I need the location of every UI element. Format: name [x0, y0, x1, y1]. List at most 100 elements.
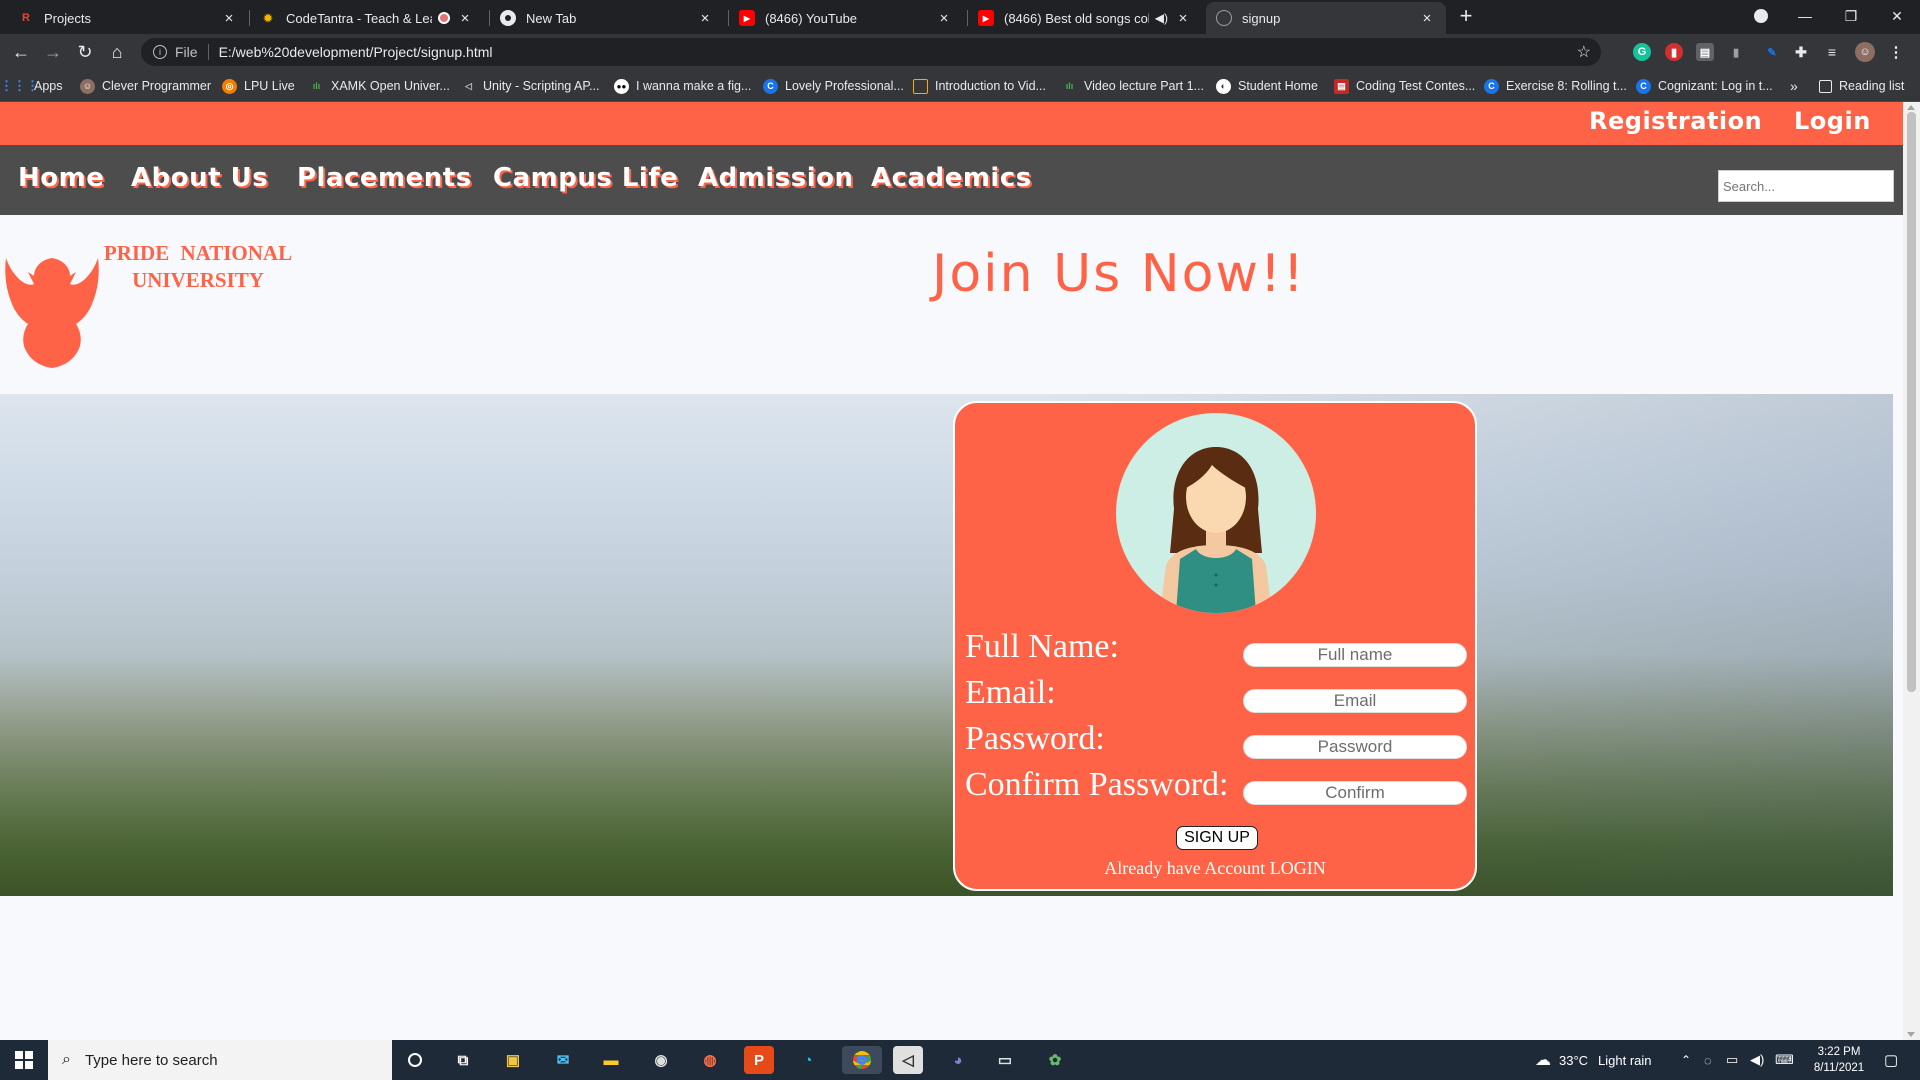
extension-copy-icon[interactable]: ▤	[1696, 43, 1714, 61]
nav-home[interactable]: Home	[18, 163, 104, 193]
tab-old-songs[interactable]: ▶ (8466) Best old songs collect ◀) ×	[968, 2, 1202, 34]
bookmark-star-icon[interactable]: ☆	[1577, 42, 1591, 62]
windows-taskbar: ⌕ Type here to search ⧉ ▣ ✉ ▬ ◉ ◍ P ◔ ◁ …	[0, 1040, 1920, 1080]
login-form-link[interactable]: LOGIN	[1270, 858, 1326, 878]
bookmark-unity[interactable]: ◁ Unity - Scripting AP...	[461, 77, 599, 95]
steam-icon[interactable]: ◉	[646, 1046, 676, 1074]
taskbar-search[interactable]: ⌕ Type here to search	[48, 1040, 392, 1080]
cortana-icon[interactable]	[400, 1046, 430, 1074]
profile-avatar[interactable]: ☺	[1855, 42, 1875, 62]
tab-title: (8466) Best old songs collect	[1004, 10, 1149, 26]
confirm-password-input[interactable]	[1243, 781, 1467, 805]
tab-codetantra[interactable]: ✹ CodeTantra - Teach & Learn ×	[250, 2, 484, 34]
system-clock[interactable]: 3:22 PM 8/11/2021	[1800, 1044, 1878, 1076]
bookmark-cognizant[interactable]: C Cognizant: Log in t...	[1636, 77, 1773, 95]
notifications-icon[interactable]: ▢	[1884, 1040, 1898, 1080]
bookmark-student-home[interactable]: ◐ Student Home	[1216, 77, 1318, 95]
tray-app-icon[interactable]: ◌	[1704, 1040, 1712, 1080]
chrome-taskbar-icon[interactable]	[842, 1046, 882, 1074]
weather-condition: Light rain	[1598, 1052, 1652, 1068]
bookmark-clever-programmer[interactable]: ☺ Clever Programmer	[80, 77, 211, 95]
scroll-up-icon[interactable]	[1907, 105, 1915, 110]
tab-search-icon[interactable]	[1738, 0, 1784, 32]
address-bar[interactable]: i File E:/web%20development/Project/sign…	[141, 38, 1601, 66]
grammarly-icon[interactable]: G	[1633, 43, 1651, 61]
close-icon[interactable]: ×	[935, 10, 953, 27]
signup-button[interactable]: SIGN UP	[1176, 826, 1258, 850]
close-icon[interactable]: ×	[696, 10, 714, 27]
task-view-icon[interactable]: ⧉	[448, 1046, 478, 1074]
nav-academics[interactable]: Academics	[871, 163, 1032, 193]
speaker-icon[interactable]: ◀)	[1155, 11, 1168, 25]
file-explorer-icon[interactable]: ▬	[596, 1046, 626, 1074]
unity-taskbar-icon[interactable]: ◁	[893, 1046, 923, 1074]
windows-logo-icon	[15, 1051, 33, 1069]
bookmark-lovely-professional[interactable]: C Lovely Professional...	[763, 77, 904, 95]
app-p-icon[interactable]: P	[744, 1046, 774, 1074]
new-tab-button[interactable]: +	[1455, 5, 1477, 28]
reading-list-button[interactable]: Reading list	[1819, 77, 1904, 95]
close-icon[interactable]: ×	[1418, 10, 1436, 27]
page-title: Join Us Now!!	[932, 244, 1306, 304]
firefox-icon[interactable]: ◍	[695, 1046, 725, 1074]
menu-kebab-icon[interactable]: ⋮	[1887, 43, 1905, 61]
university-name-line2: UNIVERSITY	[132, 268, 264, 292]
reload-button[interactable]: ↻	[73, 40, 97, 64]
close-icon[interactable]: ×	[456, 10, 474, 27]
back-button[interactable]: ←	[9, 40, 33, 64]
restore-button[interactable]: ❐	[1828, 0, 1874, 32]
tab-new-tab[interactable]: New Tab ×	[490, 2, 724, 34]
login-link[interactable]: Login	[1794, 107, 1871, 135]
network-icon[interactable]: ▭	[1726, 1040, 1738, 1080]
full-name-input[interactable]	[1243, 643, 1467, 667]
university-name-line1: PRIDE NATIONAL	[103, 241, 293, 265]
info-icon[interactable]: i	[153, 45, 167, 59]
close-window-button[interactable]: ✕	[1874, 0, 1920, 32]
start-button[interactable]	[0, 1040, 48, 1080]
mail-icon[interactable]: ✉	[548, 1046, 578, 1074]
nav-placements[interactable]: Placements	[297, 163, 472, 193]
tray-chevron-icon[interactable]: ⌃	[1681, 1040, 1691, 1080]
bookmark-exercise-8[interactable]: C Exercise 8: Rolling t...	[1484, 77, 1627, 95]
tab-projects[interactable]: R Projects ×	[8, 2, 248, 34]
page-scrollbar[interactable]	[1903, 102, 1920, 1040]
media-control-icon[interactable]: ≡	[1823, 43, 1841, 61]
tab-youtube[interactable]: ▶ (8466) YouTube ×	[729, 2, 963, 34]
edge-icon[interactable]: ◔	[793, 1046, 823, 1074]
nav-about-us[interactable]: About Us	[131, 163, 268, 193]
home-button[interactable]: ⌂	[105, 40, 129, 64]
weather-widget[interactable]: ☁ 33°C Light rain	[1535, 1040, 1652, 1080]
email-input[interactable]	[1243, 689, 1467, 713]
close-icon[interactable]: ×	[1174, 10, 1192, 27]
extension-pen-icon[interactable]: ✎	[1763, 43, 1781, 61]
extension-plug-icon[interactable]: ▮	[1727, 43, 1745, 61]
close-icon[interactable]: ×	[220, 10, 238, 27]
bookmark-apps[interactable]: ⋮⋮⋮ Apps	[0, 77, 63, 95]
extensions-puzzle-icon[interactable]: ✚	[1792, 43, 1810, 61]
extension-red-icon[interactable]: ▮	[1665, 43, 1683, 61]
app-green-icon[interactable]: ✿	[1040, 1046, 1070, 1074]
more-bookmarks-button[interactable]: »	[1790, 77, 1798, 95]
keyboard-icon[interactable]: ⌨	[1775, 1040, 1794, 1080]
terminal-icon[interactable]: ▭	[990, 1046, 1020, 1074]
minimize-button[interactable]: —	[1782, 0, 1828, 32]
forward-button[interactable]: →	[41, 40, 65, 64]
bookmark-intro-video[interactable]: Introduction to Vid...	[913, 77, 1046, 95]
tab-signup[interactable]: signup ×	[1206, 2, 1446, 34]
password-input[interactable]	[1243, 735, 1467, 759]
bookmark-figure[interactable]: ●● I wanna make a fig...	[614, 77, 751, 95]
bookmark-video-lecture[interactable]: ılı Video lecture Part 1...	[1062, 77, 1204, 95]
nav-admission[interactable]: Admission	[698, 163, 853, 193]
registration-link[interactable]: Registration	[1589, 107, 1762, 135]
store-icon[interactable]: ▣	[498, 1046, 528, 1074]
nav-campus-life[interactable]: Campus Life	[493, 163, 678, 193]
volume-icon[interactable]: ◀)	[1750, 1040, 1764, 1080]
discord-icon[interactable]: ◕	[943, 1046, 973, 1074]
bookmark-xamk[interactable]: ılı XAMK Open Univer...	[309, 77, 450, 95]
bookmark-coding-test[interactable]: ▤ Coding Test Contes...	[1334, 77, 1475, 95]
bookmark-lpu-live[interactable]: ◎ LPU Live	[222, 77, 295, 95]
scroll-down-icon[interactable]	[1907, 1032, 1915, 1037]
search-input[interactable]	[1718, 170, 1894, 202]
address-url[interactable]: E:/web%20development/Project/signup.html	[219, 44, 493, 60]
scroll-thumb[interactable]	[1907, 112, 1916, 692]
